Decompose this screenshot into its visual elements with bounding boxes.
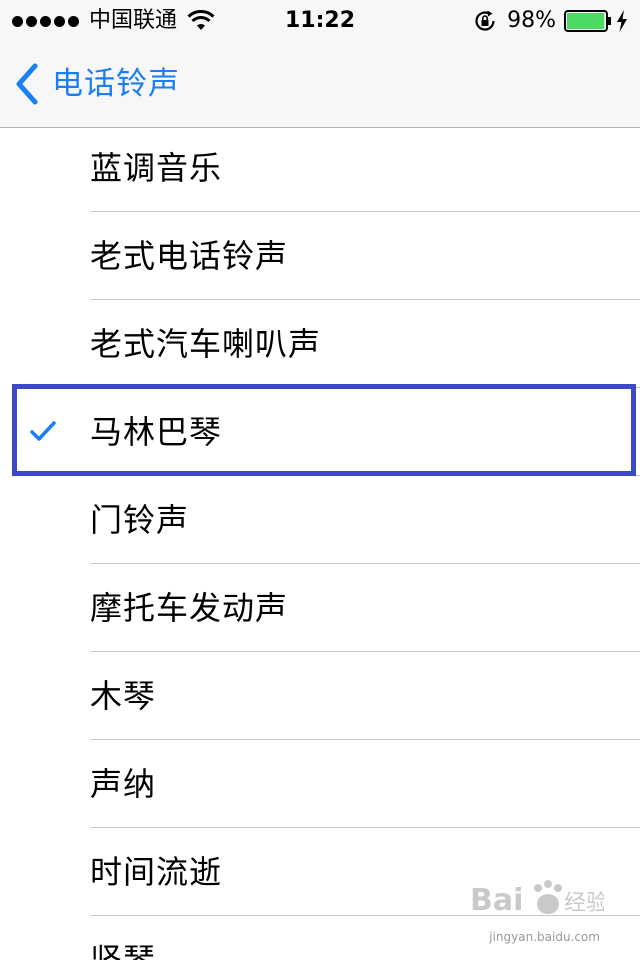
back-button-label: 电话铃声 — [52, 66, 180, 102]
checkmark-icon — [30, 421, 56, 441]
ringtone-label: 时间流逝 — [90, 853, 223, 891]
ringtone-label: 声纳 — [90, 765, 157, 803]
ringtone-label: 木琴 — [90, 677, 157, 715]
navigation-bar: 电话铃声 — [0, 40, 640, 128]
ringtone-row[interactable]: 老式电话铃声 — [0, 212, 640, 300]
chevron-left-icon — [16, 63, 38, 105]
ringtone-label: 门铃声 — [90, 501, 190, 539]
screen: 中国联通 11:22 98% 电话铃声 蓝调音乐 老式电话铃声 老式汽车喇叭声 … — [0, 0, 640, 960]
svg-text:Bai: Bai — [470, 883, 523, 918]
status-right: 98% — [473, 6, 628, 36]
watermark-url: jingyan.baidu.com — [489, 930, 600, 944]
ringtone-label: 马林巴琴 — [90, 413, 223, 451]
ringtone-row[interactable]: 老式汽车喇叭声 — [0, 300, 640, 388]
svg-text:经验: 经验 — [564, 891, 604, 916]
ringtone-list: 蓝调音乐老式电话铃声 老式汽车喇叭声 马林巴琴门铃声摩托车发动声 木琴声纳时间流逝竖琴 — [0, 128, 640, 960]
baidu-jingyan-watermark-logo: Bai 经验 — [470, 880, 604, 918]
ringtone-label: 竖琴 — [90, 941, 157, 960]
back-button[interactable]: 电话铃声 — [14, 62, 180, 106]
ringtone-label: 摩托车发动声 — [90, 589, 289, 627]
ringtone-row[interactable]: 摩托车发动声 — [0, 564, 640, 652]
ringtone-row[interactable]: 门铃声 — [0, 476, 640, 564]
ringtone-label: 蓝调音乐 — [90, 149, 223, 187]
ringtone-row[interactable]: 马林巴琴 — [0, 388, 640, 476]
battery-icon — [564, 10, 611, 32]
ringtone-row[interactable]: 声纳 — [0, 740, 640, 828]
charging-bolt-icon — [617, 10, 627, 32]
ringtone-label: 老式电话铃声 — [90, 237, 289, 275]
ringtone-row[interactable]: 木琴 — [0, 652, 640, 740]
battery-percent: 98% — [507, 8, 556, 33]
ringtone-label: 老式汽车喇叭声 — [90, 325, 322, 363]
rotation-lock-icon — [475, 10, 495, 31]
ringtone-row[interactable]: 蓝调音乐 — [0, 128, 640, 212]
status-bar: 中国联通 11:22 98% — [0, 0, 640, 40]
